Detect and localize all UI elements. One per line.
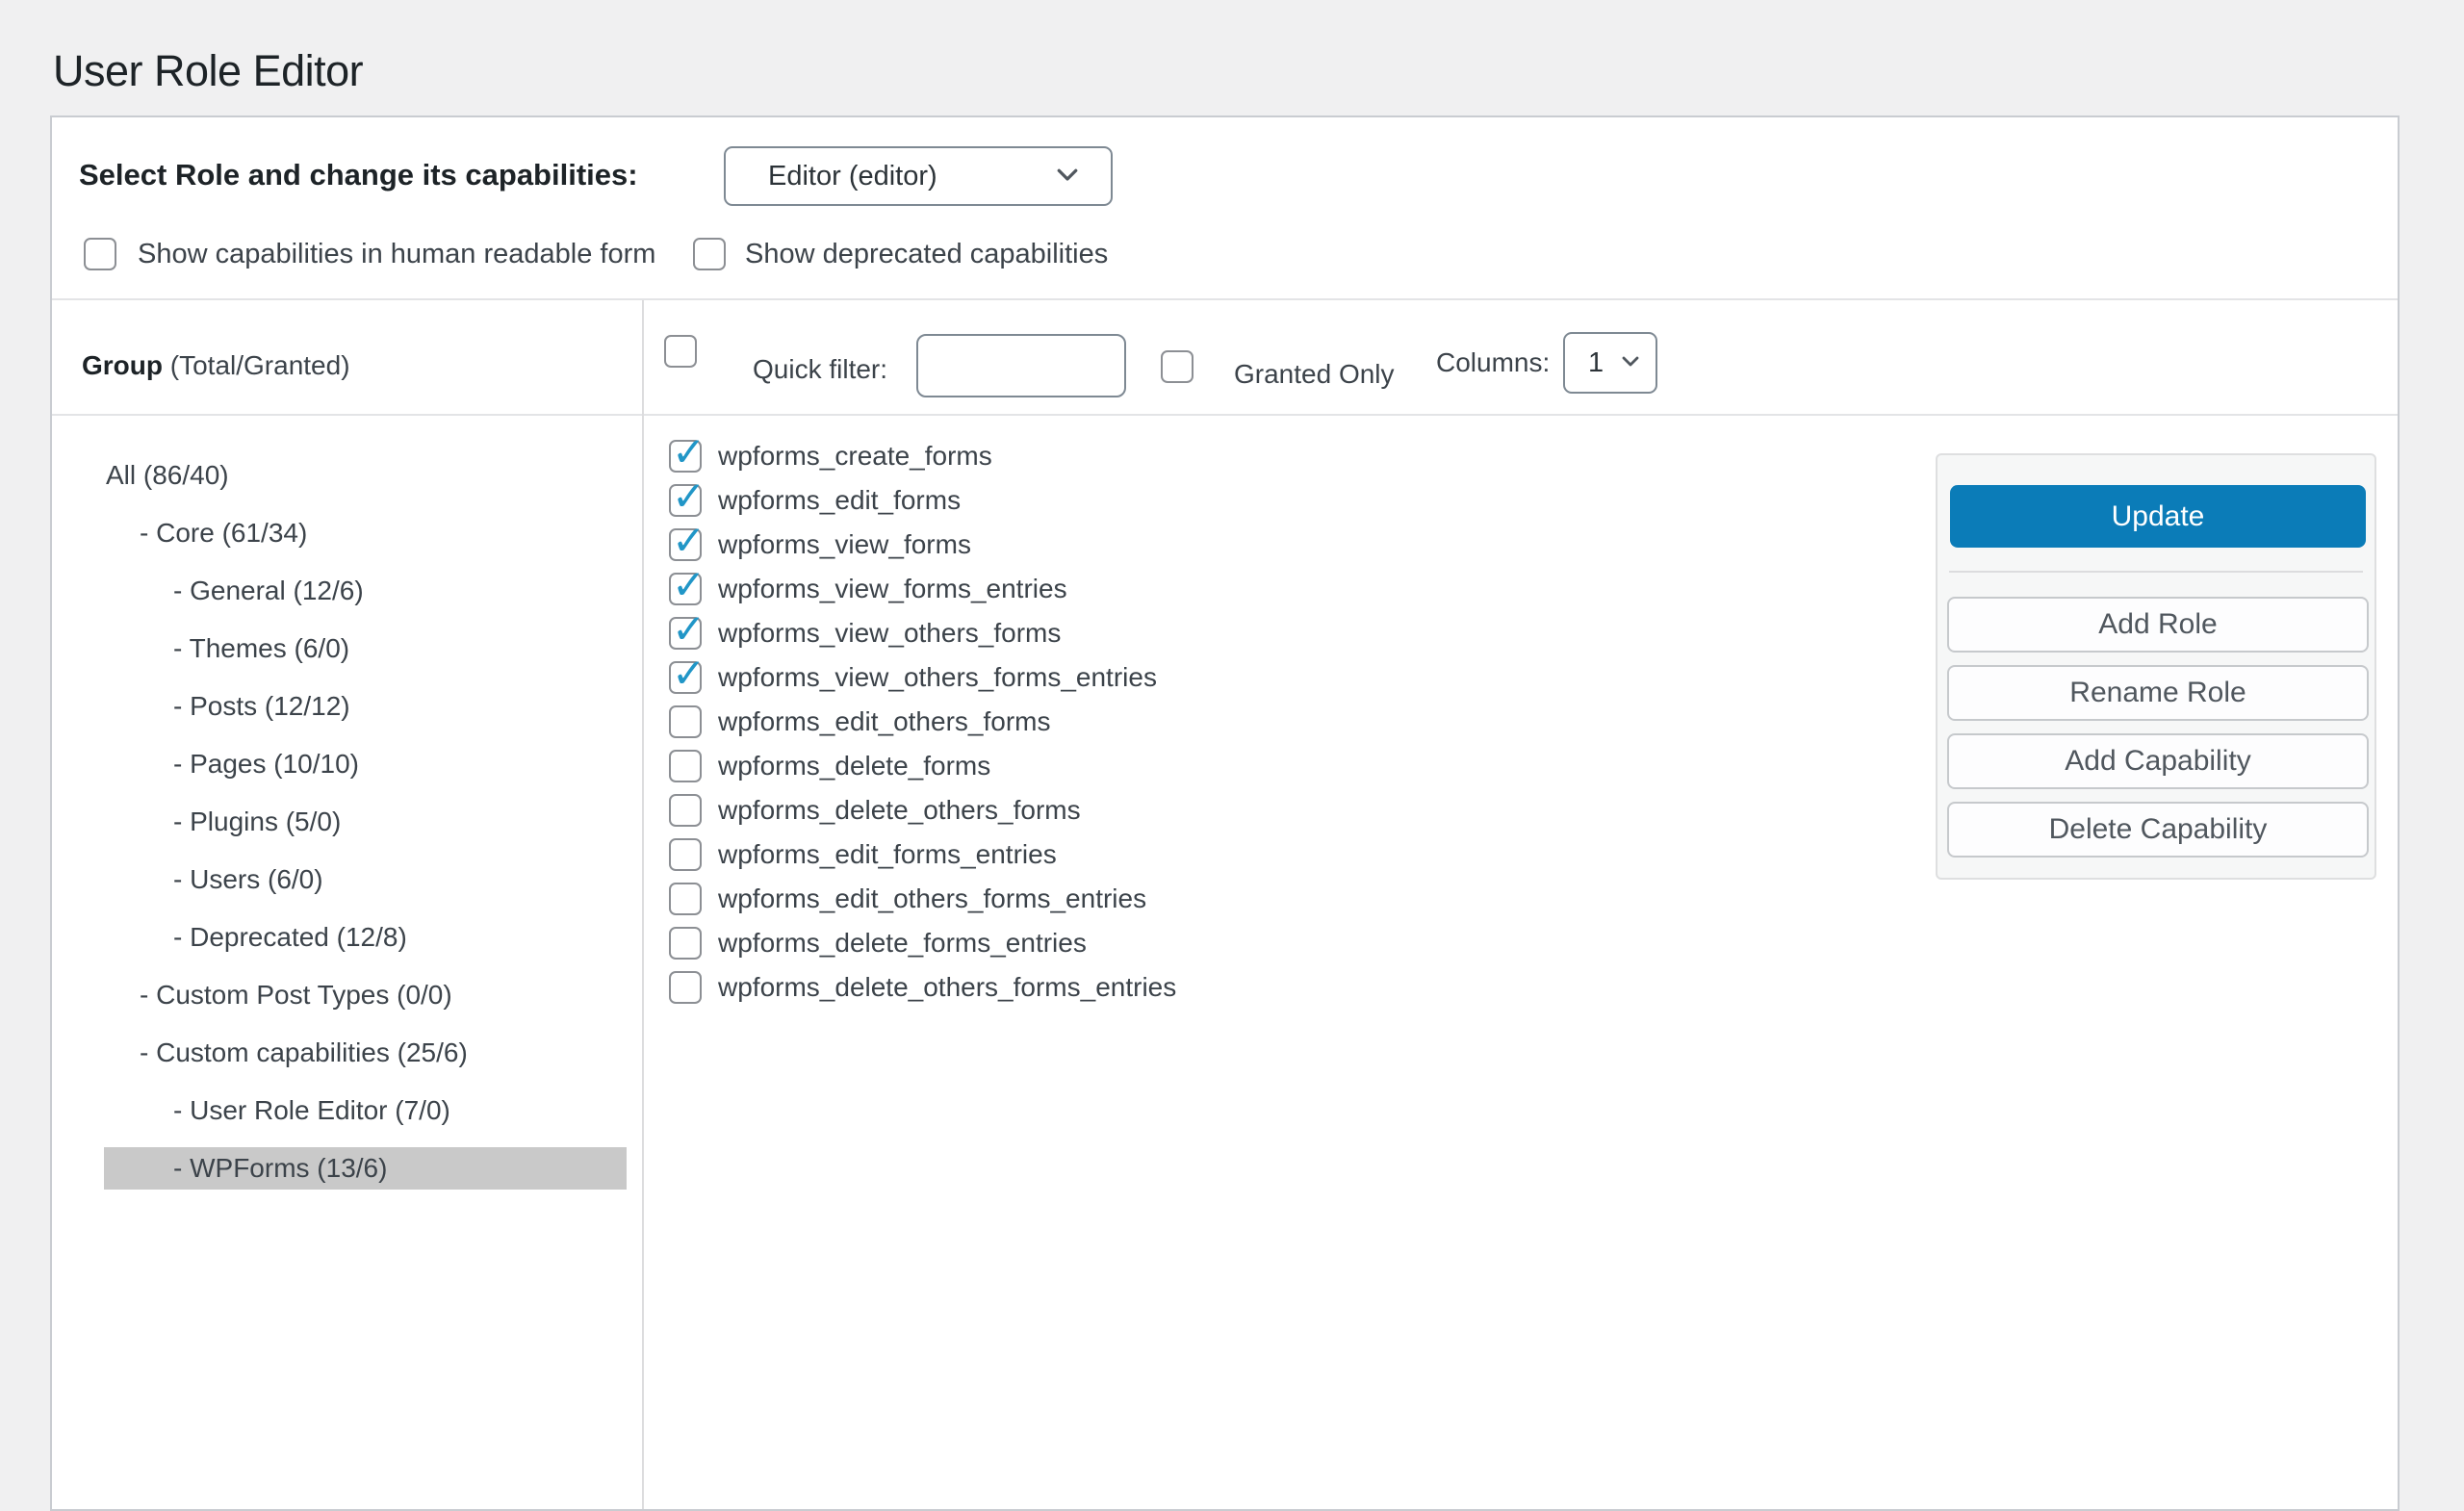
capability-row: wpforms_delete_forms_entries — [669, 927, 1862, 960]
quick-filter-label: Quick filter: — [753, 353, 887, 386]
chevron-down-icon — [1053, 160, 1082, 193]
capability-row: ✓ wpforms_view_forms_entries — [669, 573, 1862, 605]
group-tree-item[interactable]: - Deprecated (12/8) — [104, 916, 627, 959]
capability-checkbox[interactable] — [669, 705, 702, 738]
granted-only-checkbox[interactable] — [1161, 350, 1194, 383]
capability-row: wpforms_delete_others_forms — [669, 794, 1862, 827]
role-select[interactable]: Editor (editor) — [724, 146, 1113, 206]
deprecated-label: Show deprecated capabilities — [745, 238, 1108, 270]
chevron-down-icon — [1619, 349, 1642, 377]
columns-select-value: 1 — [1588, 347, 1619, 379]
capability-checkbox[interactable] — [669, 883, 702, 915]
group-header: Group (Total/Granted) — [82, 349, 350, 382]
check-icon: ✓ — [672, 476, 706, 517]
page-title: User Role Editor — [53, 46, 363, 96]
divider — [1949, 571, 2363, 573]
divider — [52, 298, 2398, 300]
group-tree: All (86/40) - Core (61/34) - General (12/6… — [104, 454, 627, 1205]
capability-row: wpforms_edit_others_forms — [669, 705, 1862, 738]
capability-label: wpforms_delete_forms_entries — [718, 928, 1087, 959]
group-tree-item[interactable]: - Users (6/0) — [104, 858, 627, 901]
group-tree-item[interactable]: - User Role Editor (7/0) — [104, 1089, 627, 1132]
deprecated-checkbox[interactable] — [693, 238, 726, 270]
capability-checkbox[interactable] — [669, 971, 702, 1004]
rename-role-button[interactable]: Rename Role — [1947, 665, 2369, 721]
group-tree-item[interactable]: All (86/40) — [104, 454, 627, 497]
delete-capability-button[interactable]: Delete Capability — [1947, 802, 2369, 858]
human-readable-checkbox[interactable] — [84, 238, 116, 270]
capability-checkbox[interactable]: ✓ — [669, 617, 702, 650]
capability-label: wpforms_edit_forms_entries — [718, 839, 1057, 870]
columns-label: Columns: — [1436, 346, 1550, 379]
capability-row: wpforms_delete_forms — [669, 750, 1862, 782]
filter-reverse-checkbox[interactable] — [664, 335, 697, 368]
capability-row: ✓ wpforms_edit_forms — [669, 484, 1862, 517]
capability-label: wpforms_edit_forms — [718, 485, 961, 516]
group-tree-item[interactable]: - Pages (10/10) — [104, 743, 627, 785]
group-tree-item[interactable]: - Custom Post Types (0/0) — [104, 974, 627, 1016]
capability-row: wpforms_delete_others_forms_entries — [669, 971, 1862, 1004]
user-role-editor-card: Select Role and change its capabilities:… — [50, 115, 2400, 1511]
capability-label: wpforms_view_forms — [718, 529, 971, 560]
capability-row: ✓ wpforms_view_others_forms — [669, 617, 1862, 650]
capability-label: wpforms_delete_others_forms_entries — [718, 972, 1176, 1003]
capability-label: wpforms_view_others_forms — [718, 618, 1061, 649]
role-select-value: Editor (editor) — [768, 161, 1053, 192]
group-tree-item[interactable]: - Core (61/34) — [104, 512, 627, 554]
capability-label: wpforms_edit_others_forms — [718, 706, 1050, 737]
group-tree-item[interactable]: - WPForms (13/6) — [104, 1147, 627, 1190]
capability-row: ✓ wpforms_view_others_forms_entries — [669, 661, 1862, 694]
capability-checkbox[interactable] — [669, 750, 702, 782]
column-divider — [642, 300, 644, 1509]
group-tree-item[interactable]: - Posts (12/12) — [104, 685, 627, 728]
select-role-label: Select Role and change its capabilities: — [79, 154, 638, 196]
capability-label: wpforms_create_forms — [718, 441, 992, 472]
capability-checkbox[interactable]: ✓ — [669, 484, 702, 517]
group-tree-item[interactable]: - General (12/6) — [104, 570, 627, 612]
capability-label: wpforms_view_forms_entries — [718, 574, 1067, 604]
group-header-bold: Group — [82, 350, 163, 380]
capability-row: ✓ wpforms_view_forms — [669, 528, 1862, 561]
check-icon: ✓ — [672, 432, 706, 473]
add-capability-button[interactable]: Add Capability — [1947, 733, 2369, 789]
actions-panel: Update Add Role Rename Role Add Capabili… — [1936, 453, 2376, 880]
capability-label: wpforms_delete_forms — [718, 751, 990, 781]
capability-checkbox[interactable] — [669, 838, 702, 871]
capability-checkbox[interactable] — [669, 794, 702, 827]
capability-row: ✓ wpforms_create_forms — [669, 440, 1862, 473]
quick-filter-input[interactable] — [916, 334, 1126, 397]
check-icon: ✓ — [672, 565, 706, 605]
capability-row: wpforms_edit_forms_entries — [669, 838, 1862, 871]
capability-list: ✓ wpforms_create_forms ✓ wpforms_edit_forms… — [669, 440, 1862, 1015]
human-readable-label: Show capabilities in human readable form — [138, 238, 655, 270]
check-icon: ✓ — [672, 521, 706, 561]
capability-checkbox[interactable]: ✓ — [669, 573, 702, 605]
capability-label: wpforms_edit_others_forms_entries — [718, 884, 1146, 914]
capability-label: wpforms_view_others_forms_entries — [718, 662, 1157, 693]
capability-checkbox[interactable]: ✓ — [669, 661, 702, 694]
capability-checkbox[interactable]: ✓ — [669, 440, 702, 473]
capability-label: wpforms_delete_others_forms — [718, 795, 1081, 826]
group-tree-item[interactable]: - Plugins (5/0) — [104, 801, 627, 843]
check-icon: ✓ — [672, 653, 706, 694]
capability-checkbox[interactable]: ✓ — [669, 528, 702, 561]
add-role-button[interactable]: Add Role — [1947, 597, 2369, 653]
capability-row: wpforms_edit_others_forms_entries — [669, 883, 1862, 915]
columns-select[interactable]: 1 — [1563, 332, 1657, 394]
divider — [52, 414, 2398, 416]
capability-checkbox[interactable] — [669, 927, 702, 960]
group-header-rest: (Total/Granted) — [163, 350, 350, 380]
group-tree-item[interactable]: - Custom capabilities (25/6) — [104, 1032, 627, 1074]
group-tree-item[interactable]: - Themes (6/0) — [104, 627, 627, 670]
check-icon: ✓ — [672, 609, 706, 650]
granted-only-label: Granted Only — [1234, 358, 1395, 391]
update-button[interactable]: Update — [1950, 485, 2366, 548]
